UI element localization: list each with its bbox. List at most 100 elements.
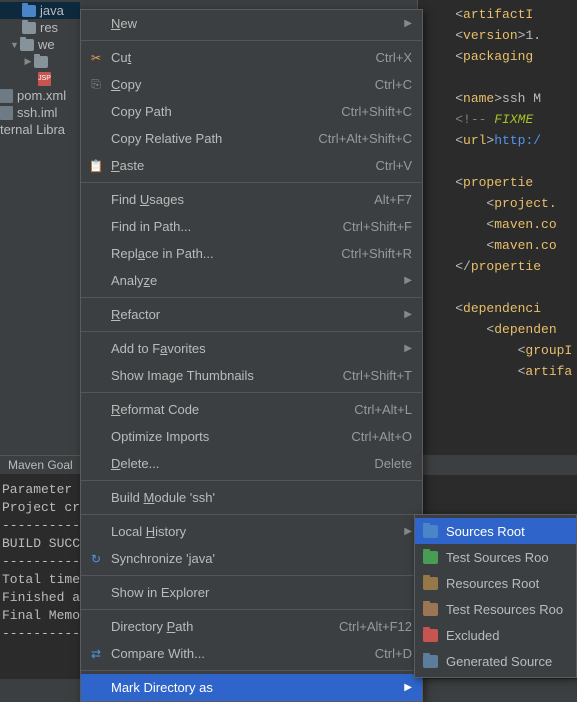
submenu-item-sources-root[interactable]: Sources Root <box>415 518 576 544</box>
mark-directory-submenu: Sources Root Test Sources Roo Resources Ro… <box>414 514 577 678</box>
code-editor[interactable]: <artifactI <version>1. <packaging <name>… <box>417 0 577 455</box>
submenu-arrow-icon: ▶ <box>404 18 412 29</box>
menu-item-show-image-thumbnails[interactable]: Show Image ThumbnailsCtrl+Shift+T <box>81 362 422 389</box>
submenu-item-generated-source[interactable]: Generated Source <box>415 648 576 674</box>
folder-icon <box>22 22 36 34</box>
menu-item-label: Synchronize 'java' <box>111 551 412 566</box>
menu-separator <box>81 392 422 393</box>
menu-item-reformat-code[interactable]: Reformat CodeCtrl+Alt+L <box>81 396 422 423</box>
sync-icon: ↻ <box>88 551 104 567</box>
menu-item-cut[interactable]: ✂CutCtrl+X <box>81 44 422 71</box>
menu-item-new[interactable]: New▶ <box>81 10 422 37</box>
menu-item-label: Find in Path... <box>111 219 343 234</box>
menu-shortcut: Ctrl+Alt+Shift+C <box>318 131 412 146</box>
menu-shortcut: Ctrl+Alt+O <box>351 429 412 444</box>
tree-item-res[interactable]: res <box>0 19 80 36</box>
folder-icon <box>423 551 438 564</box>
menu-item-label: Analyze <box>111 273 404 288</box>
context-menu: New▶✂CutCtrl+X⎘CopyCtrl+CCopy PathCtrl+S… <box>80 9 423 702</box>
menu-item-label: Cut <box>111 50 376 65</box>
folder-icon <box>20 39 34 51</box>
code-line: <groupI <box>424 340 577 361</box>
menu-shortcut: Ctrl+Shift+F <box>343 219 412 234</box>
menu-item-optimize-imports[interactable]: Optimize ImportsCtrl+Alt+O <box>81 423 422 450</box>
expand-icon[interactable]: ▼ <box>10 40 18 50</box>
tree-item-webinf[interactable]: ▶ <box>0 53 80 70</box>
menu-item-label: Replace in Path... <box>111 246 341 261</box>
menu-separator <box>81 480 422 481</box>
menu-item-analyze[interactable]: Analyze▶ <box>81 267 422 294</box>
menu-item-find-usages[interactable]: Find UsagesAlt+F7 <box>81 186 422 213</box>
menu-item-label: Reformat Code <box>111 402 354 417</box>
menu-item-mark-directory-as[interactable]: Mark Directory as▶ <box>81 674 422 701</box>
menu-item-add-to-favorites[interactable]: Add to Favorites▶ <box>81 335 422 362</box>
folder-icon <box>423 577 438 590</box>
jsp-file-icon: JSP <box>38 72 51 86</box>
menu-item-label: Optimize Imports <box>111 429 351 444</box>
menu-item-label: Paste <box>111 158 376 173</box>
expand-icon[interactable]: ▶ <box>24 56 32 67</box>
menu-item-copy-relative-path[interactable]: Copy Relative PathCtrl+Alt+Shift+C <box>81 125 422 152</box>
menu-item-compare-with[interactable]: ⇄Compare With...Ctrl+D <box>81 640 422 667</box>
tree-item-extlib[interactable]: ternal Libra <box>0 121 80 138</box>
menu-item-synchronize-java[interactable]: ↻ Synchronize 'java' <box>81 545 422 572</box>
menu-item-paste[interactable]: 📋 PasteCtrl+V <box>81 152 422 179</box>
tree-item-webapp[interactable]: ▼ we <box>0 36 80 53</box>
menu-shortcut: Delete <box>374 456 412 471</box>
menu-shortcut: Ctrl+Alt+L <box>354 402 412 417</box>
menu-item-label: Build Module 'ssh' <box>111 490 412 505</box>
submenu-arrow-icon: ▶ <box>404 526 412 537</box>
tree-item-iml[interactable]: ssh.iml <box>0 104 80 121</box>
submenu-label: Sources Root <box>446 524 525 539</box>
menu-item-copy-path[interactable]: Copy PathCtrl+Shift+C <box>81 98 422 125</box>
menu-shortcut: Ctrl+Alt+F12 <box>339 619 412 634</box>
code-line: <artifa <box>424 361 577 382</box>
menu-item-label: Copy Relative Path <box>111 131 318 146</box>
menu-item-find-in-path[interactable]: Find in Path...Ctrl+Shift+F <box>81 213 422 240</box>
menu-item-show-in-explorer[interactable]: Show in Explorer <box>81 579 422 606</box>
code-line: <maven.co <box>424 235 577 256</box>
submenu-item-resources-root[interactable]: Resources Root <box>415 570 576 596</box>
folder-icon <box>22 5 36 17</box>
menu-item-replace-in-path[interactable]: Replace in Path...Ctrl+Shift+R <box>81 240 422 267</box>
tree-item-pom[interactable]: pom.xml <box>0 87 80 104</box>
menu-item-directory-path[interactable]: Directory PathCtrl+Alt+F12 <box>81 613 422 640</box>
menu-item-label: Directory Path <box>111 619 339 634</box>
menu-shortcut: Ctrl+D <box>375 646 412 661</box>
folder-icon <box>423 603 438 616</box>
menu-item-label: Mark Directory as <box>111 680 404 695</box>
code-line: ⊟ <propertie <box>424 172 577 193</box>
menu-item-delete[interactable]: Delete...Delete <box>81 450 422 477</box>
tool-window-header[interactable]: Maven Goal <box>0 455 80 475</box>
copies-icon: ⎘ <box>88 77 104 93</box>
submenu-item-excluded[interactable]: Excluded <box>415 622 576 648</box>
submenu-label: Excluded <box>446 628 499 643</box>
menu-item-refactor[interactable]: Refactor▶ <box>81 301 422 328</box>
menu-item-build-module-ssh[interactable]: Build Module 'ssh' <box>81 484 422 511</box>
menu-item-label: Show in Explorer <box>111 585 412 600</box>
menu-shortcut: Alt+F7 <box>374 192 412 207</box>
submenu-item-test-sources-roo[interactable]: Test Sources Roo <box>415 544 576 570</box>
menu-separator <box>81 514 422 515</box>
menu-item-label: Compare With... <box>111 646 375 661</box>
submenu-arrow-icon: ▶ <box>404 682 412 693</box>
tree-item-jsp[interactable]: JSP <box>0 70 80 87</box>
code-line: <artifactI <box>424 4 577 25</box>
tree-item-java[interactable]: java <box>0 2 80 19</box>
menu-item-label: Copy <box>111 77 375 92</box>
menu-shortcut: Ctrl+V <box>376 158 412 173</box>
folder-icon <box>423 629 438 642</box>
menu-item-local-history[interactable]: Local History▶ <box>81 518 422 545</box>
menu-item-label: Find Usages <box>111 192 374 207</box>
project-tree[interactable]: java res ▼ we ▶ JSP pom.xml ssh.iml tern… <box>0 0 80 455</box>
submenu-arrow-icon: ▶ <box>404 309 412 320</box>
scissors-icon: ✂ <box>88 50 104 66</box>
menu-item-copy[interactable]: ⎘CopyCtrl+C <box>81 71 422 98</box>
submenu-label: Test Sources Roo <box>446 550 549 565</box>
paste-icon: 📋 <box>88 158 104 174</box>
code-line: <project. <box>424 193 577 214</box>
code-line: <maven.co <box>424 214 577 235</box>
submenu-item-test-resources-roo[interactable]: Test Resources Roo <box>415 596 576 622</box>
submenu-label: Test Resources Roo <box>446 602 563 617</box>
tree-label: we <box>38 37 55 52</box>
